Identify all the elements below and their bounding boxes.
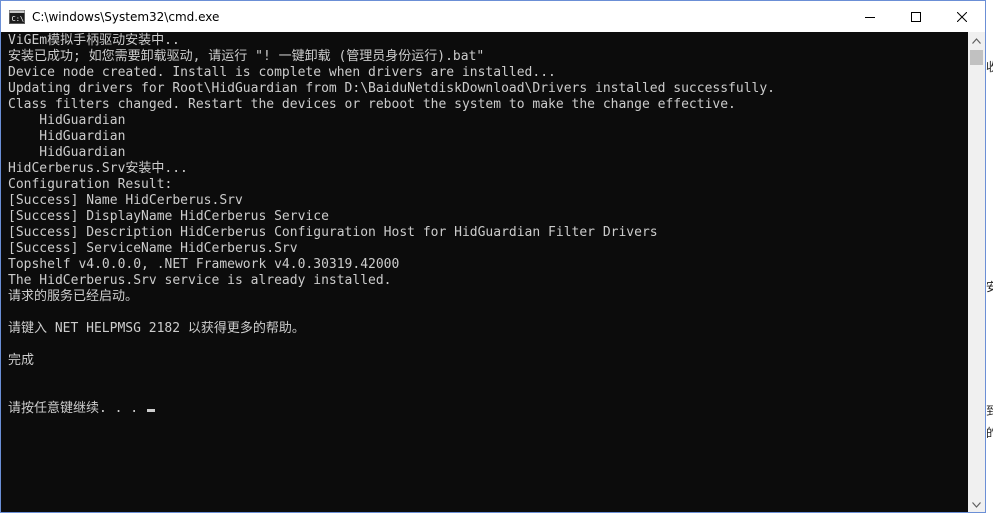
background-text: 收 <box>986 60 993 74</box>
console-line: 完成 <box>8 353 35 368</box>
console-line: [Success] Name HidCerberus.Srv <box>8 193 243 208</box>
background-text: 的 <box>986 426 993 440</box>
background-text: 到 <box>986 404 993 418</box>
cmd-window[interactable]: C:\ C:\windows\System32\cmd.exe ViGEm模拟手… <box>0 0 986 513</box>
close-button[interactable] <box>939 1 985 32</box>
scroll-thumb[interactable] <box>970 50 983 65</box>
console-line: HidGuardian <box>8 145 126 160</box>
cmd-app-icon: C:\ <box>9 9 25 25</box>
maximize-button[interactable] <box>893 1 939 32</box>
arrow-down-icon <box>972 501 981 508</box>
text-cursor <box>146 409 155 412</box>
console-line: Device node created. Install is complete… <box>8 65 556 80</box>
console-line: Class filters changed. Restart the devic… <box>8 97 736 112</box>
background-text: 安 <box>986 280 993 294</box>
console-line: 安装已成功; 如您需要卸载驱动, 请运行 "! 一键卸载 (管理员身份运行).b… <box>8 49 485 64</box>
close-icon <box>957 11 967 22</box>
console-line: HidGuardian <box>8 129 126 144</box>
console-line: [Success] Description HidCerberus Config… <box>8 225 658 240</box>
window-controls <box>847 1 985 32</box>
scroll-down-button[interactable] <box>968 496 985 512</box>
svg-text:C:\: C:\ <box>12 15 25 23</box>
console-line: 请键入 NET HELPMSG 2182 以获得更多的帮助。 <box>8 321 305 336</box>
console-prompt-line: 请按任意键继续. . . <box>8 401 775 417</box>
console-line: Topshelf v4.0.0.0, .NET Framework v4.0.3… <box>8 257 400 272</box>
console-prompt-text: 请按任意键继续. . . <box>8 401 146 416</box>
title-bar[interactable]: C:\ C:\windows\System32\cmd.exe <box>1 1 985 32</box>
console-line: HidGuardian <box>8 113 126 128</box>
arrow-up-icon <box>972 37 981 44</box>
minimize-icon <box>865 16 875 18</box>
maximize-icon <box>911 11 921 22</box>
console-line: 请求的服务已经启动。 <box>8 289 139 304</box>
console-line: [Success] DisplayName HidCerberus Servic… <box>8 209 329 224</box>
console-line: Updating drivers for Root\HidGuardian fr… <box>8 81 776 96</box>
vertical-scrollbar[interactable] <box>968 32 985 512</box>
console-line: [Success] ServiceName HidCerberus.Srv <box>8 241 298 256</box>
scroll-up-button[interactable] <box>968 32 985 49</box>
console-line: The HidCerberus.Srv service is already i… <box>8 273 392 288</box>
console-line: ViGEm模拟手柄驱动安装中.. <box>8 33 180 48</box>
minimize-button[interactable] <box>847 1 893 32</box>
console-line: Configuration Result: <box>8 177 173 192</box>
window-title: C:\windows\System32\cmd.exe <box>32 9 220 24</box>
console-output[interactable]: ViGEm模拟手柄驱动安装中.. 安装已成功; 如您需要卸载驱动, 请运行 "!… <box>1 32 968 512</box>
console-line: HidCerberus.Srv安装中... <box>8 161 188 176</box>
console-lines: ViGEm模拟手柄驱动安装中.. 安装已成功; 如您需要卸载驱动, 请运行 "!… <box>8 33 775 417</box>
